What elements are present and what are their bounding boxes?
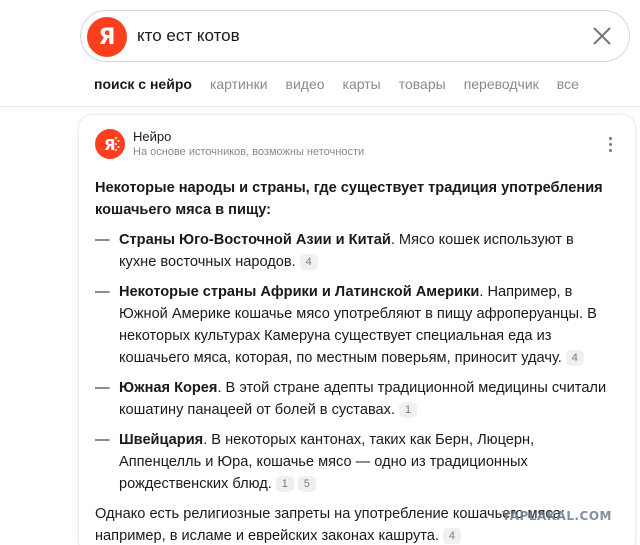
reference-badge[interactable]: 4 (565, 350, 584, 366)
reference-badge[interactable]: 1 (399, 402, 417, 418)
list-item: — Южная Корея. В этой стране адепты трад… (95, 380, 607, 418)
yandex-logo[interactable]: Я (87, 17, 127, 57)
neuro-logo-icon: Я (95, 129, 125, 159)
reference-badge[interactable]: 4 (299, 254, 318, 270)
more-options-icon[interactable] (609, 137, 613, 153)
source-subtitle: На основе источников, возможны неточност… (133, 146, 365, 158)
answer-intro: Некоторые народы и страны, где существуе… (95, 180, 603, 218)
search-box[interactable]: Я кто ест котов (80, 10, 630, 62)
search-tabs: поиск с нейро картинки видео карты товар… (94, 76, 597, 96)
tab-products[interactable]: товары (399, 76, 446, 96)
answer-content: Некоторые народы и страны, где существуе… (95, 177, 615, 545)
list-item: — Страны Юго-Восточной Азии и Китай. Мяс… (95, 232, 574, 270)
close-icon[interactable] (591, 25, 613, 47)
item-title: Южная Корея (119, 380, 218, 396)
search-input[interactable]: кто ест котов (137, 26, 240, 46)
tab-images[interactable]: картинки (210, 76, 268, 96)
tab-all[interactable]: все (557, 76, 579, 96)
search-header: Я кто ест котов поиск с нейро картинки в… (0, 0, 640, 108)
tab-neuro[interactable]: поиск с нейро (94, 76, 192, 96)
svg-text:Я: Я (104, 136, 116, 154)
reference-badge[interactable]: 5 (297, 476, 316, 492)
reference-badge[interactable]: 4 (442, 528, 461, 544)
list-item: — Некоторые страны Африки и Латинской Ам… (95, 284, 597, 366)
item-title: Некоторые страны Африки и Латинской Амер… (119, 284, 480, 300)
item-title: Швейцария (119, 432, 204, 448)
tab-maps[interactable]: карты (343, 76, 381, 96)
reference-badge[interactable]: 1 (275, 476, 294, 492)
header-divider (0, 106, 640, 107)
site-watermark: YAPLAKAL.COM (501, 509, 612, 523)
neuro-answer-card: Я Нейро На основе источников, возможны н… (78, 114, 636, 545)
tab-video[interactable]: видео (286, 76, 325, 96)
list-item: — Швейцария. В некоторых кантонах, таких… (95, 432, 535, 492)
tab-translator[interactable]: переводчик (464, 76, 539, 96)
source-name: Нейро (133, 129, 172, 144)
item-title: Страны Юго-Восточной Азии и Китай (119, 232, 391, 248)
